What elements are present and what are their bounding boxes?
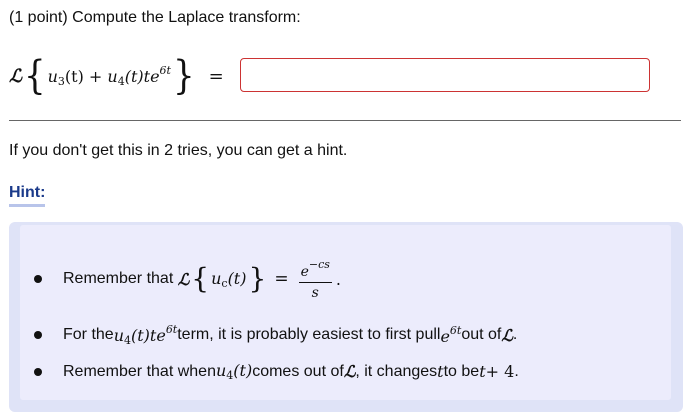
- equals-sign: =: [208, 65, 224, 87]
- hint-item-2: For the u4(t)te6t term, it is probably e…: [34, 323, 517, 347]
- tries-note: If you don't get this in 2 tries, you ca…: [9, 142, 348, 159]
- laplace-operator: ℒ: [9, 65, 22, 87]
- answer-input[interactable]: [240, 58, 650, 92]
- bullet: [34, 331, 42, 339]
- bullet: [34, 367, 42, 376]
- fraction: e−cs s: [298, 257, 332, 301]
- hint-toggle[interactable]: Hint:: [9, 184, 46, 207]
- divider: [9, 120, 681, 121]
- hint-content: Remember that ℒ { uc(t) } = e−cs s . For…: [20, 225, 671, 400]
- hint-item-3: Remember that when u4(t) comes out of ℒ …: [34, 361, 519, 382]
- question-prompt: (1 point) Compute the Laplace transform:: [9, 9, 301, 26]
- laplace-equation: ℒ { u3(t) + u4(t)te6t } =: [9, 54, 234, 98]
- right-brace: }: [172, 53, 195, 99]
- hint-panel: Remember that ℒ { uc(t) } = e−cs s . For…: [9, 222, 683, 412]
- bullet: [34, 275, 42, 283]
- left-brace: {: [23, 53, 46, 99]
- hint-item-1: Remember that ℒ { uc(t) } = e−cs s .: [34, 255, 341, 303]
- laplace-operator: ℒ: [177, 269, 190, 289]
- transform-expression: u3(t) + u4(t)te6t: [47, 64, 171, 88]
